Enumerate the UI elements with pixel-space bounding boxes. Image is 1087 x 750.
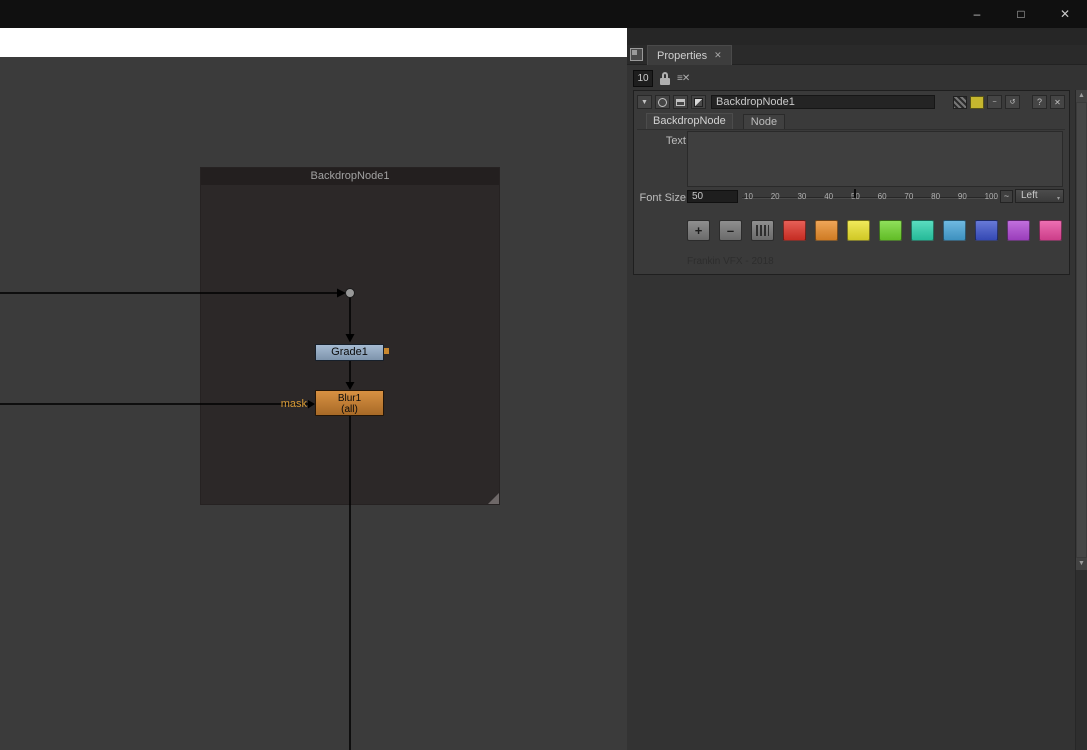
pane-menu-icon-detail bbox=[632, 50, 637, 55]
chevron-down-icon: ▾ bbox=[1056, 196, 1060, 202]
align-dropdown-value: Left bbox=[1021, 190, 1038, 201]
color-swatch-row: + – bbox=[687, 220, 1064, 242]
text-field-label: Text bbox=[665, 135, 686, 147]
collapse-triangle-icon[interactable]: ▼ bbox=[637, 95, 652, 109]
circle-icon[interactable] bbox=[655, 95, 670, 109]
menu-strip bbox=[0, 28, 627, 57]
blur-node[interactable]: Blur1 (all) bbox=[315, 390, 384, 416]
color-swatch[interactable] bbox=[783, 220, 806, 241]
slider-tick: 40 bbox=[824, 192, 834, 201]
close-icon[interactable]: ✕ bbox=[1043, 0, 1087, 28]
font-size-label: Font Size bbox=[639, 192, 686, 204]
blur-input-arrow bbox=[345, 382, 355, 390]
node-panel-header-icons: ~ ↺ ? ✕ bbox=[953, 95, 1065, 109]
node-wires bbox=[0, 288, 355, 750]
tab-backdropnode[interactable]: BackdropNode bbox=[646, 113, 733, 129]
color-swatch[interactable] bbox=[879, 220, 902, 241]
blur-node-channels: (all) bbox=[341, 404, 358, 415]
color-swatch[interactable] bbox=[943, 220, 966, 241]
properties-pane: Properties ✕ ≡✕ ▼ ~ bbox=[627, 28, 1087, 750]
tab-node[interactable]: Node bbox=[742, 114, 786, 129]
text-field[interactable] bbox=[687, 131, 1063, 187]
center-node-icon[interactable] bbox=[673, 95, 688, 109]
plus-button[interactable]: + bbox=[687, 220, 710, 241]
pane-menu-icon[interactable] bbox=[630, 48, 643, 61]
color-swatch[interactable] bbox=[1039, 220, 1062, 241]
checkered-icon[interactable] bbox=[953, 95, 967, 109]
tab-properties-label: Properties bbox=[657, 49, 708, 62]
slider-tick: 100 bbox=[984, 192, 998, 201]
stripes-button[interactable] bbox=[751, 220, 774, 241]
slider-tick: 30 bbox=[797, 192, 807, 201]
node-panel-tabs: BackdropNode Node bbox=[637, 112, 1065, 130]
mask-arrow bbox=[308, 400, 315, 409]
slider-tick: 90 bbox=[957, 192, 967, 201]
window-titlebar: – □ ✕ bbox=[0, 0, 1087, 28]
close-all-panels-icon[interactable]: ≡✕ bbox=[677, 73, 690, 84]
node-color-icon[interactable] bbox=[691, 95, 706, 109]
minus-button[interactable]: – bbox=[719, 220, 742, 241]
application-window: – □ ✕ BackdropNode1 Grade1 Blur1 (all) m… bbox=[0, 0, 1087, 750]
properties-toolbar: ≡✕ bbox=[627, 66, 1087, 90]
align-dropdown[interactable]: Left ▾ bbox=[1015, 189, 1064, 203]
input-wire-arrow bbox=[337, 288, 346, 298]
animation-curve-icon[interactable]: ~ bbox=[1000, 190, 1013, 203]
yellow-swatch-icon[interactable] bbox=[970, 95, 984, 109]
scrollbar-track-tail bbox=[1075, 570, 1087, 750]
stripes-icon bbox=[756, 225, 769, 236]
font-size-input[interactable] bbox=[687, 190, 738, 203]
lock-body bbox=[660, 77, 670, 85]
curve-icon[interactable]: ~ bbox=[987, 95, 1002, 109]
node-name-input[interactable] bbox=[711, 95, 935, 109]
close-panel-button[interactable]: ✕ bbox=[1050, 95, 1065, 109]
blur-node-name: Blur1 bbox=[337, 393, 362, 404]
node-panel-header: ▼ ~ ↺ ? ✕ bbox=[637, 94, 1065, 110]
grade-node-indicator bbox=[384, 348, 389, 354]
dot-node[interactable] bbox=[345, 288, 355, 298]
tab-close-icon[interactable]: ✕ bbox=[714, 50, 722, 61]
grade-node[interactable]: Grade1 bbox=[315, 344, 384, 361]
slider-tick: 60 bbox=[877, 192, 887, 201]
pane-top-strip bbox=[627, 28, 1087, 45]
scrollbar[interactable]: ▲ ▼ bbox=[1075, 90, 1087, 570]
scrollbar-thumb[interactable] bbox=[1077, 103, 1086, 557]
slider-tick-labels: 102030405060708090100 bbox=[744, 192, 998, 201]
mask-input-label: mask bbox=[280, 398, 307, 410]
font-size-slider[interactable]: 102030405060708090100 bbox=[742, 188, 998, 204]
slider-tick: 80 bbox=[931, 192, 941, 201]
color-swatch[interactable] bbox=[1007, 220, 1030, 241]
help-button[interactable]: ? bbox=[1032, 95, 1047, 109]
color-swatch[interactable] bbox=[911, 220, 934, 241]
revert-loop-icon[interactable]: ↺ bbox=[1005, 95, 1020, 109]
color-swatch[interactable] bbox=[975, 220, 998, 241]
watermark-text: Frankin VFX - 2018 bbox=[687, 256, 774, 267]
color-swatch[interactable] bbox=[815, 220, 838, 241]
lock-icon[interactable] bbox=[660, 71, 670, 85]
color-swatch[interactable] bbox=[847, 220, 870, 241]
pane-tab-bar: Properties ✕ bbox=[627, 45, 1087, 65]
grade-input-arrow bbox=[345, 334, 355, 343]
slider-tick: 10 bbox=[744, 192, 753, 201]
max-panels-input[interactable] bbox=[633, 69, 653, 87]
scroll-up-icon[interactable]: ▲ bbox=[1076, 90, 1087, 102]
backdrop-node-properties: ▼ ~ ↺ ? ✕ BackdropNode Node bbox=[633, 90, 1070, 275]
maximize-icon[interactable]: □ bbox=[999, 0, 1043, 28]
tab-properties[interactable]: Properties ✕ bbox=[647, 45, 732, 65]
scroll-down-icon[interactable]: ▼ bbox=[1076, 558, 1087, 570]
window-controls: – □ ✕ bbox=[955, 0, 1087, 28]
minimize-icon[interactable]: – bbox=[955, 0, 999, 28]
slider-tick: 20 bbox=[770, 192, 780, 201]
slider-tick: 70 bbox=[904, 192, 914, 201]
slider-handle[interactable] bbox=[853, 189, 856, 198]
node-graph[interactable]: BackdropNode1 Grade1 Blur1 (all) mask bbox=[0, 57, 627, 750]
lock-shackle bbox=[662, 71, 668, 78]
